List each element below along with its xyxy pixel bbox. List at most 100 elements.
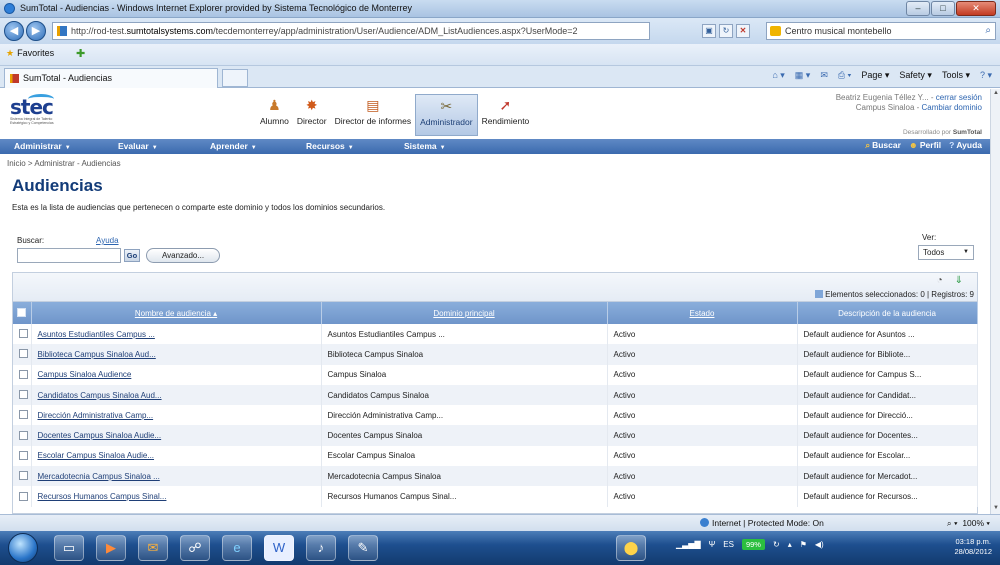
tray-expand-icon[interactable]: ▴ <box>788 540 792 549</box>
help-icon[interactable]: ? ▾ <box>980 70 992 81</box>
audience-name-link[interactable]: Asuntos Estudiantiles Campus ... <box>38 330 155 339</box>
domain-cell: Mercadotecnia Campus Sinaloa <box>321 466 608 487</box>
advanced-search-button[interactable]: Avanzado... <box>146 248 220 263</box>
refresh-icon[interactable]: ↻ <box>719 24 733 38</box>
favorites-button[interactable]: ★ Favorites <box>6 48 54 59</box>
word-icon[interactable]: W <box>264 535 294 561</box>
language-indicator[interactable]: ES <box>723 540 734 549</box>
scroll-down-icon[interactable]: ▼ <box>992 505 1000 513</box>
safety-menu[interactable]: Safety ▾ <box>899 70 932 81</box>
nav-perfil[interactable]: ☻ Perfil <box>909 140 941 151</box>
favorites-label: Favorites <box>17 48 55 58</box>
maximize-button[interactable]: □ <box>931 1 955 16</box>
explorer-icon[interactable]: ▭ <box>54 535 84 561</box>
row-checkbox[interactable] <box>19 410 28 420</box>
nav-aprender[interactable]: Aprender ▼ <box>210 141 257 151</box>
page-menu[interactable]: Page ▾ <box>861 70 889 81</box>
start-button[interactable] <box>8 533 38 563</box>
column-header-status[interactable]: Estado <box>607 302 798 324</box>
itunes-icon[interactable]: ♪ <box>306 535 336 561</box>
internet-explorer-icon[interactable]: e <box>222 535 252 561</box>
audience-name-link[interactable]: Dirección Administrativa Camp... <box>38 411 154 420</box>
forward-icon[interactable]: ▶ <box>26 21 46 41</box>
nav-sistema[interactable]: Sistema ▼ <box>404 141 446 151</box>
search-label: Buscar: <box>17 236 45 245</box>
role-administrador[interactable]: ✂ Administrador <box>415 94 478 136</box>
role-rendimiento[interactable]: ➚ Rendimiento <box>478 94 534 136</box>
scroll-up-icon[interactable]: ▲ <box>992 90 1000 98</box>
minimize-button[interactable]: – <box>906 1 930 16</box>
settings-icon[interactable]: ◔ <box>937 275 943 286</box>
back-icon[interactable]: ◀ <box>4 21 24 41</box>
row-checkbox[interactable] <box>19 491 28 501</box>
runner-icon: ➚ <box>499 97 512 113</box>
nav-buscar[interactable]: ⌕ Buscar <box>865 140 901 151</box>
security-zone-text: Internet | Protected Mode: On <box>712 518 824 528</box>
mail-icon[interactable]: ✉ <box>820 70 828 81</box>
row-checkbox[interactable] <box>19 471 28 481</box>
audience-name-link[interactable]: Docentes Campus Sinaloa Audie... <box>38 431 162 440</box>
star-icon: ★ <box>6 48 15 58</box>
column-header-domain[interactable]: Dominio principal <box>321 302 608 324</box>
role-director[interactable]: ✸ Director <box>293 94 331 136</box>
role-director-informes[interactable]: ▤ Director de informes <box>331 94 416 136</box>
row-checkbox[interactable] <box>19 450 28 460</box>
network-app-icon[interactable]: ☍ <box>180 535 210 561</box>
window-title: SumTotal - Audiencias - Windows Internet… <box>20 3 413 13</box>
sync-icon: ↻ <box>772 540 780 549</box>
audience-name-link[interactable]: Campus Sinaloa Audience <box>38 370 132 379</box>
role-label: Rendimiento <box>481 116 530 126</box>
nav-recursos[interactable]: Recursos ▼ <box>306 141 354 151</box>
logout-link[interactable]: cerrar sesión <box>936 93 982 102</box>
add-favorite-icon[interactable]: ✚ <box>76 47 85 60</box>
print-icon[interactable]: ⎙ ▾ <box>838 70 851 81</box>
outlook-icon[interactable]: ✉ <box>138 535 168 561</box>
url-field[interactable]: http://rod-test.sumtotalsystems.com/tecd… <box>52 22 650 40</box>
volume-icon[interactable]: ◀) <box>815 540 824 549</box>
view-select[interactable]: Todos ▼ <box>918 245 974 260</box>
audience-name-link[interactable]: Candidatos Campus Sinaloa Aud... <box>38 391 162 400</box>
row-checkbox[interactable] <box>19 390 28 400</box>
audience-name-link[interactable]: Biblioteca Campus Sinaloa Aud... <box>38 350 156 359</box>
battery-indicator[interactable]: 99% <box>741 539 765 550</box>
tools-menu[interactable]: Tools ▾ <box>942 70 970 81</box>
go-button[interactable]: Go <box>124 249 140 262</box>
search-provider-box[interactable]: Centro musical montebello ⌕ <box>766 22 996 40</box>
role-alumno[interactable]: ♟ Alumno <box>256 94 293 136</box>
page-content: stec Sistema Integral de Talento Estratég… <box>0 89 990 514</box>
audience-name-link[interactable]: Recursos Humanos Campus Sinal... <box>38 492 167 501</box>
audience-name-link[interactable]: Mercadotecnia Campus Sinaloa ... <box>38 472 160 481</box>
column-header-name[interactable]: Nombre de audiencia ▴ <box>31 302 322 324</box>
tray-app-icon[interactable]: ⬤ <box>616 535 646 561</box>
feeds-icon[interactable]: ▦ ▾ <box>795 70 811 81</box>
row-checkbox[interactable] <box>19 349 28 359</box>
search-help-link[interactable]: Ayuda <box>96 236 119 245</box>
search-input[interactable] <box>17 248 121 263</box>
nav-ayuda[interactable]: ? Ayuda <box>949 140 982 151</box>
vertical-scrollbar[interactable]: ▲ ▼ <box>990 89 1000 514</box>
change-domain-link[interactable]: Cambiar dominio <box>922 103 982 112</box>
close-button[interactable]: ✕ <box>956 1 996 16</box>
table-row: Asuntos Estudiantiles Campus ... Asuntos… <box>13 324 978 345</box>
search-icon[interactable]: ⌕ <box>985 23 991 39</box>
export-icon[interactable]: ⇓ <box>955 275 963 286</box>
row-checkbox[interactable] <box>19 430 28 440</box>
nav-evaluar[interactable]: Evaluar ▼ <box>118 141 158 151</box>
home-icon[interactable]: ⌂ ▾ <box>772 70 784 81</box>
nav-administrar[interactable]: Administrar ▼ <box>14 141 71 151</box>
zoom-control[interactable]: ⌕ ▾ 100% ▾ <box>947 518 990 529</box>
breadcrumb[interactable]: Inicio > Administrar - Audiencias <box>7 159 121 168</box>
stop-icon[interactable]: ✕ <box>736 24 750 38</box>
row-checkbox[interactable] <box>19 369 28 379</box>
clock[interactable]: 03:18 p.m. 28/08/2012 <box>954 537 992 557</box>
new-tab-button[interactable] <box>222 69 248 87</box>
row-checkbox[interactable] <box>19 329 28 339</box>
media-player-icon[interactable]: ▶ <box>96 535 126 561</box>
paint-icon[interactable]: ✎ <box>348 535 378 561</box>
browser-tab[interactable]: SumTotal - Audiencias <box>4 68 218 88</box>
select-all-checkbox[interactable] <box>17 308 27 317</box>
compatibility-icon[interactable]: ▣ <box>702 24 716 38</box>
audience-name-link[interactable]: Escolar Campus Sinaloa Audie... <box>38 451 155 460</box>
domain-cell: Campus Sinaloa <box>321 364 608 385</box>
audience-name-cell: Candidatos Campus Sinaloa Aud... <box>31 384 322 406</box>
